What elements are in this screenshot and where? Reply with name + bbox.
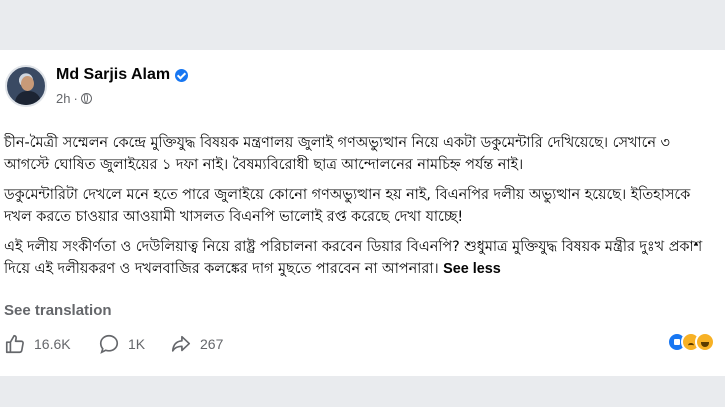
post-paragraph: চীন-মৈত্রী সম্মেলন কেন্দ্রে মুক্তিযুদ্ধ … <box>4 135 670 173</box>
author-name[interactable]: Md Sarjis Alam <box>56 66 170 84</box>
verified-badge-icon <box>175 68 189 82</box>
share-arrow-icon <box>170 333 192 355</box>
see-translation-link[interactable]: See translation <box>4 302 112 319</box>
comment-button[interactable]: 1K <box>98 332 145 356</box>
like-button[interactable]: 16.6K <box>4 332 71 356</box>
post-paragraph-last: এই দলীয় সংকীর্ণতা ও দেউলিয়াত্ব নিয়ে র… <box>4 236 719 280</box>
avatar-body <box>15 91 41 105</box>
post-actions-bar: 16.6K 1K 267 <box>4 332 719 356</box>
comment-bubble-icon <box>98 333 120 355</box>
post-meta: 2h · <box>56 91 92 106</box>
share-button[interactable]: 267 <box>170 332 223 356</box>
post-card: Md Sarjis Alam 2h · চীন-মৈত্রী সম্মেলন ক… <box>0 50 725 376</box>
comment-count: 1K <box>128 336 146 352</box>
like-count: 16.6K <box>34 336 71 352</box>
avatar-face <box>21 76 34 91</box>
post-paragraph-text: এই দলীয় সংকীর্ণতা ও দেউলিয়াত্ব নিয়ে র… <box>4 239 703 277</box>
post-timestamp[interactable]: 2h <box>56 91 70 106</box>
post-header: Md Sarjis Alam 2h · <box>5 65 705 110</box>
author-name-link[interactable]: Md Sarjis Alam <box>56 66 189 84</box>
thumbs-up-icon <box>4 333 26 355</box>
meta-separator: · <box>73 91 78 106</box>
reactions-summary[interactable] <box>667 332 715 352</box>
globe-icon[interactable] <box>80 93 92 104</box>
author-avatar[interactable] <box>5 65 47 107</box>
post-paragraph: ডকুমেন্টারিটা দেখলে মনে হতে পারে জুলাইয়… <box>4 187 691 225</box>
see-less-button[interactable]: See less <box>443 261 501 277</box>
haha-reaction-icon <box>695 332 715 352</box>
post-body: চীন-মৈত্রী সম্মেলন কেন্দ্রে মুক্তিযুদ্ধ … <box>4 132 719 288</box>
share-count: 267 <box>200 336 224 352</box>
